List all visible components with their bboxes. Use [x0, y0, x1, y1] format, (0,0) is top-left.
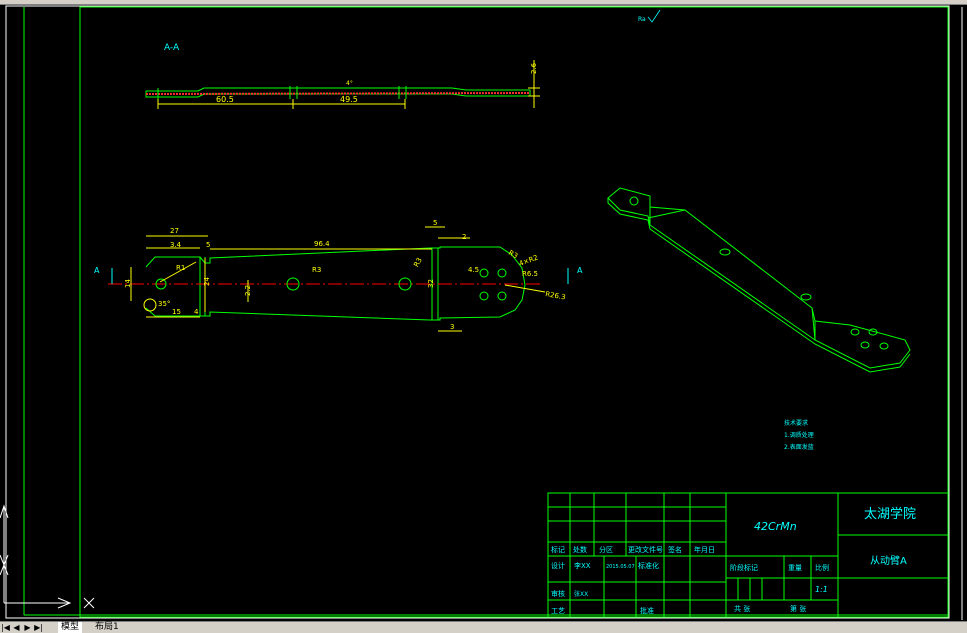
dim-2: 2 [462, 233, 466, 241]
drawing-canvas[interactable]: Ra A-A 60.5 49.5 2.6 4° A A 27 3.4 5 96.… [0, 0, 967, 632]
iso-hole-2 [719, 248, 731, 256]
iso-hole-1 [629, 196, 639, 206]
plan-hole-r3 [479, 291, 489, 301]
section-marker-left: A [94, 266, 100, 275]
plan-dimensions: 27 3.4 5 96.4 5 2 R1 R3 R3 R3 4×R2 R6.5 … [124, 219, 567, 332]
tab-model[interactable]: 模型 [58, 622, 83, 633]
dim-24: 24 [203, 277, 211, 286]
row-label-2: 分区 [599, 545, 613, 554]
dim-3-4: 3.4 [170, 241, 182, 249]
plan-hole-r4 [497, 291, 507, 301]
row-label-1: 处数 [573, 545, 587, 554]
dim-3: 3 [450, 323, 454, 331]
plan-section-markers: A A [94, 266, 583, 284]
scale-value: 1:1 [815, 585, 828, 594]
plan-hole-r2 [497, 268, 507, 278]
school-label: 太湖学院 [864, 506, 916, 522]
dim-96-4: 96.4 [314, 240, 330, 248]
dim-r3-b: R3 [412, 256, 424, 268]
audit-label: 审核 [551, 589, 565, 598]
iso-hole-3 [800, 293, 812, 301]
tech-note-1: 1.调质处理 [784, 431, 814, 439]
iso-view [607, 187, 911, 373]
section-label: A-A [164, 43, 180, 53]
dim-27: 27 [170, 227, 179, 235]
dim-r26-3: R26.3 [545, 290, 567, 301]
tab-nav-last-button[interactable]: ▶| [33, 622, 44, 633]
auditor-name: 张XX [574, 590, 588, 598]
dim-35-deg: 35° [158, 300, 170, 308]
iso-edge [607, 198, 911, 373]
dim-r3-a: R3 [312, 266, 321, 274]
approve-label: 批准 [640, 606, 654, 615]
dim-4-5: 4.5 [468, 266, 479, 274]
roughness-symbol-icon [647, 9, 661, 23]
section-view [145, 86, 531, 99]
row-label-4: 签名 [668, 545, 682, 554]
plan-bottom-circle [143, 298, 157, 312]
tech-notes: 技术要求 1.调质处理 2.表面发蓝 [784, 419, 814, 451]
tab-nav-prev-button[interactable]: ◀ [11, 622, 22, 633]
part-name-label: 从动臂A [870, 554, 907, 567]
designer-name: 李XX [574, 561, 591, 570]
row-label-0: 标记 [551, 545, 565, 554]
section-dimensions: 60.5 49.5 2.6 4° [157, 60, 540, 109]
craft-label: 工艺 [551, 607, 565, 615]
title-block-text: 42CrMn 太湖学院 从动臂A 标记 处数 分区 更改文件号 签名 年月日 设… [551, 506, 916, 615]
material-label: 42CrMn [754, 520, 797, 533]
dim-r6-5: R6.5 [522, 270, 538, 278]
stage-label: 阶段标记 [730, 563, 758, 572]
dim-4xr2: 4×R2 [518, 254, 539, 268]
sheet-no: 第 张 [790, 604, 806, 613]
dim-thickness: 2.6 [530, 62, 538, 74]
dim-5b: 5 [433, 219, 437, 227]
sheet-total: 共 张 [734, 604, 750, 613]
tech-note-2: 2.表面发蓝 [784, 443, 814, 451]
tab-nav-next-button[interactable]: ▶ [22, 622, 33, 633]
design-date: 2015.05.07 [606, 564, 635, 570]
iso-top-face [607, 187, 911, 369]
dim-4: 4 [194, 308, 199, 316]
scale-label: 比例 [815, 563, 829, 572]
dim-49-5: 49.5 [340, 95, 358, 104]
weight-label: 重量 [788, 564, 802, 572]
standard-label: 标准化 [638, 561, 659, 570]
dim-32: 32 [427, 279, 435, 288]
dim-14: 14 [124, 279, 132, 288]
plan-hole-r1 [479, 268, 489, 278]
iso-hole-4 [850, 328, 860, 336]
dim-r3-c: R3 [507, 249, 519, 261]
dim-60-5: 60.5 [216, 95, 234, 104]
iso-hole-7 [879, 342, 889, 350]
paper-border-outer [5, 5, 950, 619]
tab-layout1[interactable]: 布局1 [92, 622, 122, 633]
tab-nav-first-button[interactable]: |◀ [0, 622, 11, 633]
iso-hole-6 [860, 341, 870, 349]
dim-angle: 4° [346, 80, 353, 87]
dim-5a: 5 [206, 241, 210, 249]
row-label-3: 更改文件号 [628, 545, 663, 554]
section-marker-right: A [577, 266, 583, 275]
row-label-5: 年月日 [694, 545, 715, 554]
layout-tab-bar: |◀ ◀ ▶ ▶| 模型 布局1 [0, 621, 967, 633]
tech-note-0: 技术要求 [784, 419, 808, 427]
dim-15: 15 [172, 308, 181, 316]
roughness-note: Ra [638, 16, 646, 23]
design-label: 设计 [551, 561, 565, 570]
